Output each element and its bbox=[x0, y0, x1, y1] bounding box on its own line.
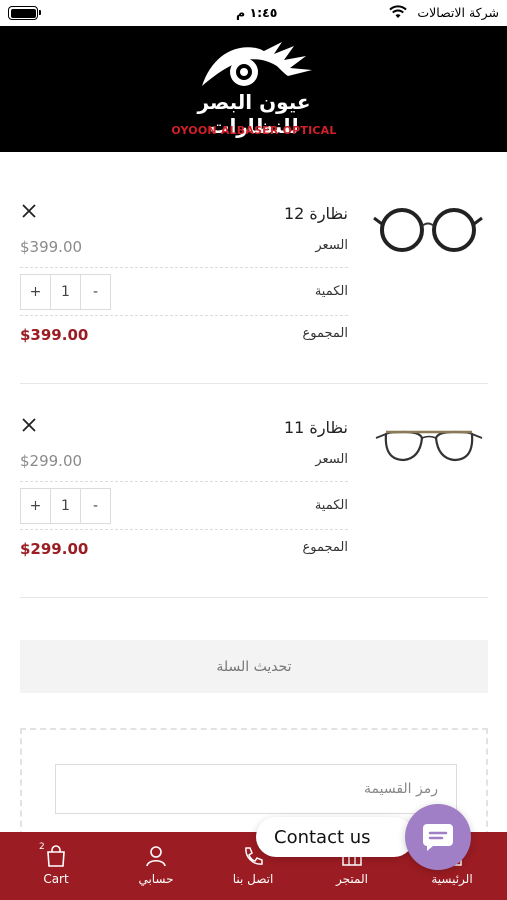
cart-item: نظارة 12 $399.00 السعر + 1 - الكمية $399… bbox=[20, 190, 488, 384]
decrease-button[interactable]: - bbox=[81, 275, 110, 309]
site-header: عيون البصر للنظارات OYOON ALBASER OPTICA… bbox=[0, 26, 507, 152]
quantity-value[interactable]: 1 bbox=[50, 275, 81, 309]
carrier-name: شركة الاتصالات bbox=[417, 5, 499, 20]
increase-button[interactable]: + bbox=[21, 275, 50, 309]
decrease-button[interactable]: - bbox=[81, 489, 110, 523]
item-total: $399.00 bbox=[20, 326, 89, 344]
eye-logo-icon bbox=[202, 42, 312, 86]
wifi-icon bbox=[389, 5, 407, 22]
product-name[interactable]: نظارة 12 bbox=[284, 204, 348, 223]
logo-english-text: OYOON ALBASER OPTICAL bbox=[171, 124, 337, 137]
coupon-code-input[interactable] bbox=[55, 764, 457, 814]
item-price: $399.00 bbox=[20, 238, 83, 256]
user-icon bbox=[146, 846, 166, 867]
update-cart-button[interactable]: تحديث السلة bbox=[20, 640, 488, 693]
nav-account[interactable]: حسابي bbox=[128, 832, 184, 900]
nav-shop-label: المتجر bbox=[336, 872, 368, 886]
quantity-stepper: + 1 - bbox=[20, 274, 111, 310]
remove-item-icon[interactable] bbox=[20, 416, 38, 434]
battery-icon bbox=[8, 6, 41, 20]
quantity-stepper: + 1 - bbox=[20, 488, 111, 524]
item-price: $299.00 bbox=[20, 452, 83, 470]
remove-item-icon[interactable] bbox=[20, 202, 38, 220]
nav-cart[interactable]: 2 Cart bbox=[30, 832, 82, 900]
nav-cart-label: Cart bbox=[43, 872, 69, 886]
shopping-bag-icon bbox=[47, 845, 65, 867]
quantity-row: + 1 - الكمية bbox=[20, 268, 348, 316]
quantity-label: الكمية bbox=[314, 498, 348, 513]
item-total: $299.00 bbox=[20, 540, 89, 558]
nav-home-label: الرئيسية bbox=[431, 872, 473, 886]
total-row: $299.00 المجموع bbox=[20, 530, 348, 570]
price-label: السعر bbox=[315, 452, 348, 467]
status-bar: ١:٤٥ م شركة الاتصالات bbox=[0, 0, 507, 26]
nav-account-label: حسابي bbox=[138, 872, 174, 886]
contact-us-label: Contact us bbox=[274, 826, 371, 848]
total-label: المجموع bbox=[302, 326, 348, 341]
cart-count-badge: 2 bbox=[39, 842, 45, 852]
chat-bubble-icon bbox=[423, 824, 453, 851]
aviator-glasses-icon[interactable] bbox=[370, 408, 488, 478]
round-glasses-icon[interactable] bbox=[370, 194, 488, 264]
quantity-row: + 1 - الكمية bbox=[20, 482, 348, 530]
total-label: المجموع bbox=[302, 540, 348, 555]
quantity-value[interactable]: 1 bbox=[50, 489, 81, 523]
price-row: $299.00 السعر bbox=[20, 442, 348, 482]
contact-us-pill[interactable]: Contact us bbox=[256, 817, 414, 857]
price-row: $399.00 السعر bbox=[20, 228, 348, 268]
increase-button[interactable]: + bbox=[21, 489, 50, 523]
status-time: ١:٤٥ م bbox=[236, 5, 278, 20]
product-name[interactable]: نظارة 11 bbox=[284, 418, 348, 437]
total-row: $399.00 المجموع bbox=[20, 316, 348, 356]
quantity-label: الكمية bbox=[314, 284, 348, 299]
cart-item: نظارة 11 $299.00 السعر + 1 - الكمية $299… bbox=[20, 404, 488, 598]
nav-contact-label: اتصل بنا bbox=[232, 872, 274, 886]
price-label: السعر bbox=[315, 238, 348, 253]
chat-button[interactable] bbox=[405, 804, 471, 870]
